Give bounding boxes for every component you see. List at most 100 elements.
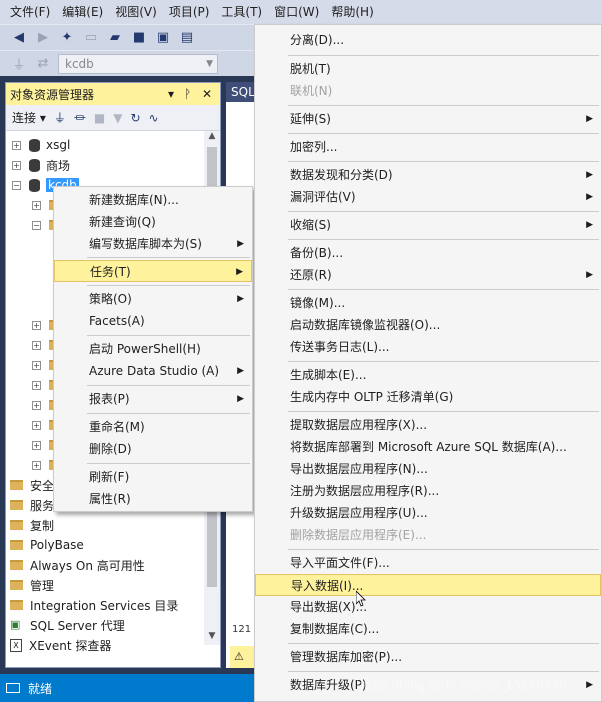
database-combo[interactable]: kcdb ▼ [58, 53, 218, 74]
menu-item-ship-transaction-logs[interactable]: 传送事务日志(L)... [255, 336, 601, 358]
menu-item-mirror[interactable]: 镜像(M)... [255, 292, 601, 314]
tree-node-management[interactable]: 管理 [10, 575, 54, 595]
save-all-icon[interactable]: ▣ [154, 29, 172, 47]
expand-icon[interactable]: + [32, 200, 41, 210]
menu-item-generate-scripts[interactable]: 生成脚本(E)... [255, 364, 601, 386]
menu-item-extract-data-tier[interactable]: 提取数据层应用程序(X)... [255, 414, 601, 436]
menu-item-mirror-monitor[interactable]: 启动数据库镜像监视器(O)... [255, 314, 601, 336]
menu-window[interactable]: 窗口(W) [268, 0, 325, 24]
new-file-icon[interactable]: ▭ [82, 29, 100, 47]
menu-item-deploy-to-azure[interactable]: 将数据库部署到 Microsoft Azure SQL 数据库(A)... [255, 436, 601, 458]
tree-node-server-objects[interactable]: 服务 [10, 495, 54, 515]
refresh-icon[interactable]: ↻ [130, 111, 140, 125]
tree-node-shangchang[interactable]: + 商场 [12, 155, 70, 175]
open-icon[interactable]: ▰ [106, 29, 124, 47]
scroll-down-icon[interactable]: ▼ [204, 631, 220, 645]
menu-item-oltp-migration-checklist[interactable]: 生成内存中 OLTP 迁移清单(G) [255, 386, 601, 408]
menu-item-policies[interactable]: 策略(O) ▶ [54, 288, 252, 310]
menu-item-tasks[interactable]: 任务(T) ▶ [54, 260, 252, 282]
menu-separator [288, 133, 599, 134]
expand-icon[interactable]: + [32, 440, 41, 450]
menu-item-import-flat-file[interactable]: 导入平面文件(F)... [255, 552, 601, 574]
menu-separator [87, 463, 250, 464]
expand-icon[interactable]: + [32, 320, 41, 330]
tab-sql-query[interactable]: SQL [226, 82, 256, 102]
expand-icon[interactable]: + [12, 140, 21, 150]
collapse-icon[interactable]: − [12, 180, 21, 190]
menu-item-delete-data-tier[interactable]: 删除数据层应用程序(E)... [255, 524, 601, 546]
expand-icon[interactable]: + [32, 360, 41, 370]
new-project-icon[interactable]: ✦ [58, 29, 76, 47]
menu-view[interactable]: 视图(V) [109, 0, 163, 24]
back-icon[interactable]: ◀ [10, 29, 28, 47]
tree-node-xevent[interactable]: X XEvent 探查器 [10, 635, 111, 655]
menu-item-import-data[interactable]: 导入数据(I)... [255, 574, 601, 596]
menu-item-register-data-tier[interactable]: 注册为数据层应用程序(R)... [255, 480, 601, 502]
menu-item-delete[interactable]: 删除(D) [54, 438, 252, 460]
menu-item-new-query[interactable]: 新建查询(Q) [54, 211, 252, 233]
close-icon[interactable]: ✕ [202, 87, 212, 101]
expand-icon[interactable]: + [12, 160, 21, 170]
new-query-icon[interactable]: ▤ [178, 29, 196, 47]
menu-item-bring-online[interactable]: 联机(N) [255, 80, 601, 102]
expand-icon[interactable]: + [32, 460, 41, 470]
collapse-icon[interactable]: − [32, 220, 41, 230]
expand-icon[interactable]: + [32, 420, 41, 430]
menu-item-new-database[interactable]: 新建数据库(N)... [54, 189, 252, 211]
tree-node-polybase[interactable]: PolyBase [10, 535, 84, 555]
menu-separator [288, 671, 599, 672]
menu-item-detach[interactable]: 分离(D)... [255, 29, 601, 51]
scroll-up-icon[interactable]: ▲ [204, 131, 220, 145]
expand-icon[interactable]: + [32, 380, 41, 390]
expand-icon[interactable]: + [32, 340, 41, 350]
menu-item-export-data[interactable]: 导出数据(X)... [255, 596, 601, 618]
menu-item-script-database[interactable]: 编写数据库脚本为(S) ▶ [54, 233, 252, 255]
menu-item-copy-database[interactable]: 复制数据库(C)... [255, 618, 601, 640]
connect-icon[interactable]: ⏚ [54, 109, 66, 126]
stop-icon[interactable]: ■ [94, 111, 105, 125]
menu-item-shrink[interactable]: 收缩(S) ▶ [255, 214, 601, 236]
menu-item-azure-data-studio[interactable]: Azure Data Studio (A) ▶ [54, 360, 252, 382]
window-position-icon[interactable]: ▾ [168, 87, 174, 101]
tree-node-security[interactable]: 安全 [10, 475, 54, 495]
menu-project[interactable]: 项目(P) [163, 0, 216, 24]
menu-item-restore[interactable]: 还原(R) ▶ [255, 264, 601, 286]
menu-item-reports[interactable]: 报表(P) ▶ [54, 388, 252, 410]
menu-item-properties[interactable]: 属性(R) [54, 488, 252, 510]
menu-item-data-discovery[interactable]: 数据发现和分类(D) ▶ [255, 164, 601, 186]
menu-item-take-offline[interactable]: 脱机(T) [255, 58, 601, 80]
menu-edit[interactable]: 编辑(E) [56, 0, 109, 24]
menu-item-powershell[interactable]: 启动 PowerShell(H) [54, 338, 252, 360]
expand-icon[interactable]: + [32, 400, 41, 410]
menu-item-upgrade-data-tier[interactable]: 升级数据层应用程序(U)... [255, 502, 601, 524]
tree-node-replication[interactable]: 复制 [10, 515, 54, 535]
tree-node-sql-agent[interactable]: ▣ SQL Server 代理 [10, 615, 125, 635]
menu-item-export-data-tier[interactable]: 导出数据层应用程序(N)... [255, 458, 601, 480]
menu-item-refresh[interactable]: 刷新(F) [54, 466, 252, 488]
forward-icon[interactable]: ▶ [34, 29, 52, 47]
tree-node-xsgl[interactable]: + xsgl [12, 135, 70, 155]
filter-icon[interactable]: ▼ [113, 111, 122, 125]
menu-item-facets[interactable]: Facets(A) [54, 310, 252, 332]
tree-node-integration-services[interactable]: Integration Services 目录 [10, 595, 178, 615]
pin-icon[interactable]: ᚹ [184, 87, 191, 101]
menu-help[interactable]: 帮助(H) [325, 0, 379, 24]
menu-item-label: 编写数据库脚本为(S) [89, 237, 202, 251]
disconnect-icon[interactable]: ⏛ [74, 109, 86, 126]
menu-item-vulnerability-assessment[interactable]: 漏洞评估(V) ▶ [255, 186, 601, 208]
menu-separator [288, 361, 599, 362]
menu-item-stretch[interactable]: 延伸(S) ▶ [255, 108, 601, 130]
menu-tools[interactable]: 工具(T) [215, 0, 268, 24]
menu-item-manage-encryption[interactable]: 管理数据库加密(P)... [255, 646, 601, 668]
activity-icon[interactable]: ∿ [149, 111, 159, 125]
save-icon[interactable]: ■ [130, 29, 148, 47]
connect-icon[interactable]: ⏚ [10, 55, 28, 73]
menu-item-encrypt-columns[interactable]: 加密列... [255, 136, 601, 158]
status-icon [6, 683, 20, 693]
change-connection-icon[interactable]: ⇄ [34, 55, 52, 73]
menu-item-rename[interactable]: 重命名(M) [54, 416, 252, 438]
menu-file[interactable]: 文件(F) [4, 0, 56, 24]
connect-dropdown[interactable]: 连接 ▾ [12, 109, 46, 126]
tree-node-always-on[interactable]: Always On 高可用性 [10, 555, 145, 575]
menu-item-backup[interactable]: 备份(B)... [255, 242, 601, 264]
